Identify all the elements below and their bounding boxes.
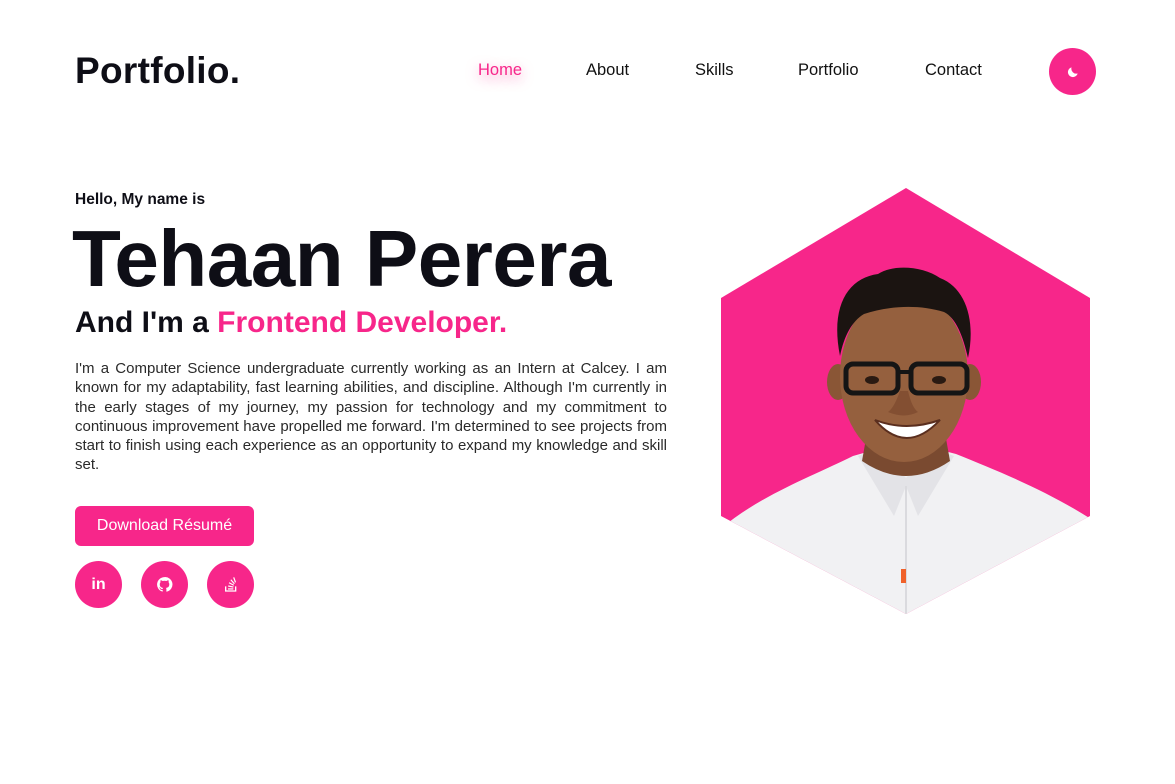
role-prefix: And I'm a (75, 306, 209, 339)
linkedin-button[interactable]: in (75, 561, 122, 608)
download-resume-button[interactable]: Download Résumé (75, 506, 254, 546)
nav-portfolio-link[interactable]: Portfolio (798, 61, 859, 80)
logo[interactable]: Portfolio. (75, 50, 240, 92)
role-line: And I'm a Frontend Developer. (75, 306, 507, 340)
stackoverflow-icon (224, 576, 236, 592)
hero-name: Tehaan Perera (72, 214, 611, 303)
nav-skills-link[interactable]: Skills (695, 61, 734, 80)
page: Portfolio. Home About Skills Portfolio C… (0, 0, 1175, 784)
bio-paragraph: I'm a Computer Science undergraduate cur… (75, 360, 667, 474)
nav-contact-link[interactable]: Contact (925, 61, 982, 80)
theme-toggle-button[interactable] (1049, 48, 1096, 95)
nav-home-link[interactable]: Home (478, 61, 522, 80)
linkedin-icon: in (91, 575, 106, 593)
nav-about-link[interactable]: About (586, 61, 629, 80)
profile-photo (721, 188, 1090, 614)
github-button[interactable] (141, 561, 188, 608)
moon-icon (1067, 66, 1078, 77)
github-icon (157, 577, 173, 592)
stackoverflow-button[interactable] (207, 561, 254, 608)
greeting: Hello, My name is (75, 191, 206, 208)
role-highlight: Frontend Developer. (217, 306, 508, 339)
